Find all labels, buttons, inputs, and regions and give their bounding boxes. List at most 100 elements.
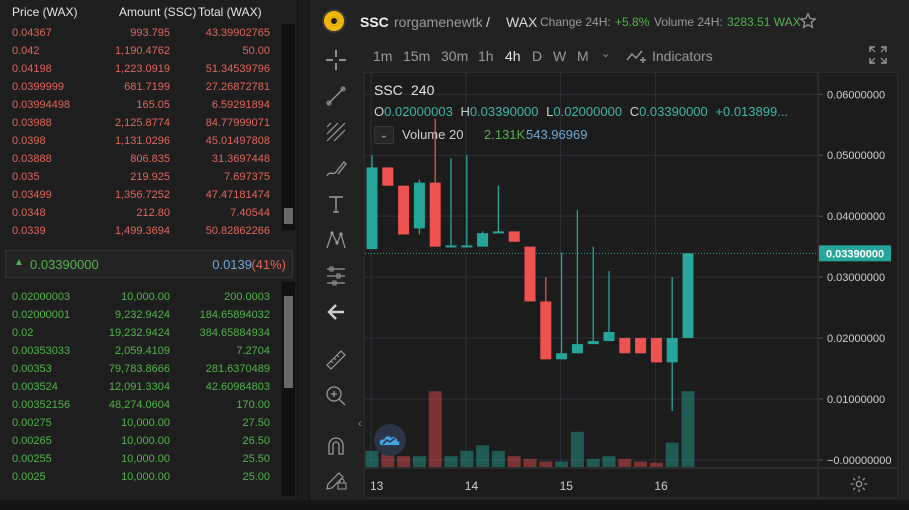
candle-body	[587, 341, 599, 345]
symbol-ticker[interactable]: SSC	[360, 14, 389, 30]
bid-row[interactable]: 0.02000001 9,232.9424 184.65894032	[0, 306, 280, 324]
order-book-header: Price (WAX) Amount (SSC) Total (WAX)	[0, 0, 298, 24]
cut-off-bid-row	[0, 486, 280, 496]
bid-total: 184.65894032	[199, 309, 270, 321]
bid-row[interactable]: 0.003524 12,091.3304 42.60984803	[0, 378, 280, 396]
indicators-icon	[626, 50, 646, 63]
mid-price-row: ▲ 0.03390000 0.0139 (41%)	[5, 250, 293, 278]
bid-price: 0.00352156	[12, 399, 71, 411]
chevron-down-icon[interactable]: ⌄	[374, 126, 394, 144]
tradingview-logo-icon[interactable]	[374, 424, 406, 456]
candle-body	[650, 338, 662, 363]
fib-icon[interactable]	[324, 120, 348, 144]
timeframe-15m[interactable]: 15m	[403, 48, 430, 64]
timeframe-m[interactable]: M	[577, 48, 589, 64]
ask-total: 43.39902765	[205, 27, 270, 39]
bids-scrollbar[interactable]	[282, 282, 295, 496]
ask-total: 7.697375	[224, 171, 270, 183]
ask-row[interactable]: 0.0339 1,499.3694 50.82862266	[0, 222, 280, 240]
ask-price: 0.03499	[12, 189, 52, 201]
ask-row[interactable]: 0.03888 806.835 31.3697448	[0, 150, 280, 168]
ask-row[interactable]: 0.04367 993.795 43.39902765	[0, 24, 280, 42]
pattern-icon[interactable]	[324, 228, 348, 252]
timeframe-1h[interactable]: 1h	[478, 48, 494, 64]
bid-total: 26.50	[242, 435, 270, 447]
ask-row[interactable]: 0.0398 1,131.0296 45.01497808	[0, 132, 280, 150]
ask-row[interactable]: 0.035 219.925 7.697375	[0, 168, 280, 186]
candle-body	[492, 231, 504, 234]
ohlc-values: O0.02000003 H0.03390000 L0.02000000 C0.0…	[374, 104, 788, 119]
timeframe-d[interactable]: D	[532, 48, 542, 64]
volume-bar	[681, 391, 695, 467]
ask-row[interactable]: 0.03988 2,125.8774 84.77999071	[0, 114, 280, 132]
bid-row[interactable]: 0.00353 79,783.8666 281.6370489	[0, 360, 280, 378]
bid-price: 0.003524	[12, 381, 58, 393]
bid-row[interactable]: 0.00352156 48,274.0604 170.00	[0, 396, 280, 414]
ruler-icon[interactable]	[324, 348, 348, 372]
bid-row[interactable]: 0.02 19,232.9424 384.65884934	[0, 324, 280, 342]
trendline-icon[interactable]	[324, 84, 348, 108]
timeframe-4h[interactable]: 4h	[505, 48, 521, 64]
volume-bar	[491, 450, 505, 467]
bid-amount: 10,000.00	[121, 453, 170, 465]
asks-scrollbar[interactable]	[282, 24, 295, 230]
settings-icon[interactable]	[850, 475, 868, 493]
volume-bar	[634, 461, 648, 467]
ask-row[interactable]: 0.0399999 681.7199 27.26872781	[0, 78, 280, 96]
symbol-issuer: rorgamenewtk	[394, 14, 483, 30]
ask-row[interactable]: 0.042 1,190.4762 50.00	[0, 42, 280, 60]
timeframe-30m[interactable]: 30m	[441, 48, 468, 64]
volume-bar	[665, 442, 679, 467]
zoom-in-icon[interactable]	[324, 384, 348, 408]
magnet-icon[interactable]	[324, 434, 348, 458]
candle-body	[540, 301, 552, 360]
time-axis[interactable]: 13 14 15 16	[364, 468, 818, 498]
time-axis-labels: 13 14 15 16	[370, 479, 668, 493]
chevron-down-icon[interactable]: ⌄	[601, 47, 610, 60]
ask-amount: 1,131.0296	[114, 135, 170, 147]
asks-scroll-thumb[interactable]	[284, 208, 293, 224]
chevron-left-icon[interactable]: ‹	[358, 418, 362, 430]
volume-bar	[570, 431, 584, 467]
candle-body	[445, 245, 457, 248]
bid-row[interactable]: 0.0025 10,000.00 25.00	[0, 468, 280, 486]
ask-row[interactable]: 0.0348 212.80 7.40544	[0, 204, 280, 222]
fullscreen-icon[interactable]	[869, 46, 887, 64]
change-value: +0.013899...	[715, 104, 789, 119]
bid-price: 0.00275	[12, 417, 52, 429]
bid-row[interactable]: 0.00265 10,000.00 26.50	[0, 432, 280, 450]
candle-body	[619, 338, 631, 354]
forecast-icon[interactable]	[324, 264, 348, 288]
ask-price: 0.0398	[12, 135, 46, 147]
lock-pencil-icon[interactable]	[324, 468, 348, 492]
bid-row[interactable]: 0.02000003 10,000.00 200.0003	[0, 288, 280, 306]
bid-row[interactable]: 0.00255 10,000.00 25.50	[0, 450, 280, 468]
star-icon[interactable]	[799, 12, 817, 30]
volume-value-a: 2.131K	[484, 127, 526, 142]
bids-scroll-thumb[interactable]	[284, 296, 293, 388]
ask-row[interactable]: 0.04198 1,223.0919 51.34539796	[0, 60, 280, 78]
price-axis[interactable]: 0.06000000 0.05000000 0.04000000 0.03000000…	[818, 72, 898, 468]
bid-total: 7.2704	[236, 345, 270, 357]
ask-row[interactable]: 0.03994498 165.05 6.59291894	[0, 96, 280, 114]
amount-column-header: Amount (SSC)	[119, 5, 197, 19]
back-arrow-icon[interactable]	[324, 300, 348, 324]
timeframe-1m[interactable]: 1m	[373, 48, 392, 64]
text-icon[interactable]	[324, 192, 348, 216]
ask-row[interactable]: 0.03499 1,356.7252 47.47181474	[0, 186, 280, 204]
bid-row[interactable]: 0.00353033 2,059.4109 7.2704	[0, 342, 280, 360]
brush-icon[interactable]	[324, 156, 348, 180]
candle-body	[508, 231, 520, 242]
crosshair-icon[interactable]	[324, 48, 348, 72]
change-24h-value: +5.8%	[615, 15, 650, 29]
candle-body	[556, 353, 568, 360]
time-tick-label: 16	[654, 479, 668, 493]
volume-value-b: 543.96969	[526, 127, 588, 142]
volume-bar	[507, 456, 521, 467]
ask-price: 0.0348	[12, 207, 46, 219]
legend-symbol: SSC	[374, 82, 403, 98]
bid-amount: 10,000.00	[121, 435, 170, 447]
ask-amount: 993.795	[130, 27, 170, 39]
bid-row[interactable]: 0.00275 10,000.00 27.50	[0, 414, 280, 432]
timeframe-w[interactable]: W	[553, 48, 566, 64]
